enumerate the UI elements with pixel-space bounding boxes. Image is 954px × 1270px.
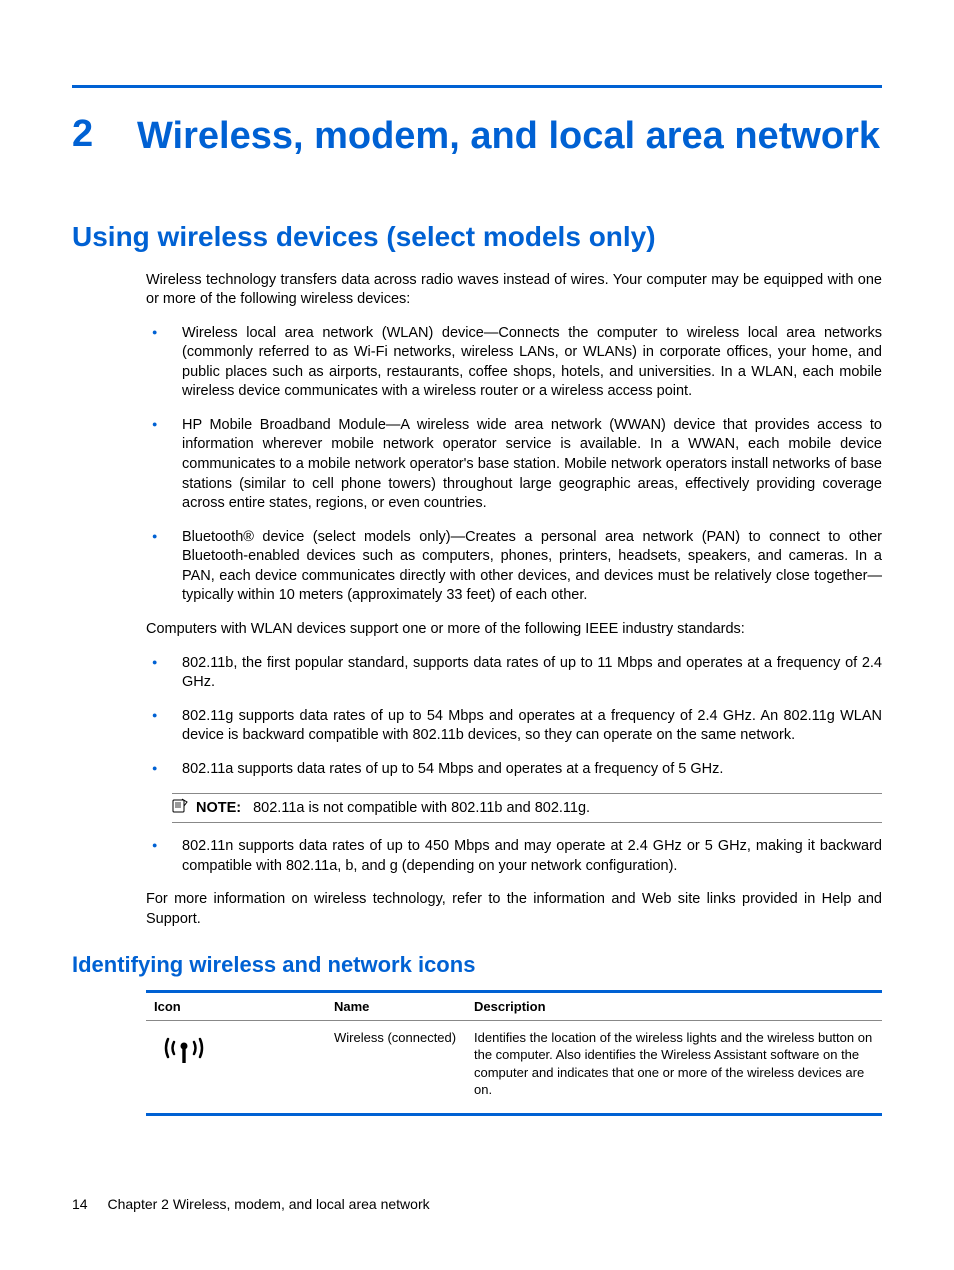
note-box: NOTE: 802.11a is not compatible with 802… <box>172 793 882 823</box>
standards-list-1: 802.11b, the first popular standard, sup… <box>146 654 882 780</box>
section-intro: Wireless technology transfers data acros… <box>146 271 882 310</box>
table-header-description: Description <box>466 991 882 1020</box>
chapter-header: 2 Wireless, modem, and local area networ… <box>72 113 882 161</box>
page-number: 14 <box>72 1196 88 1212</box>
icon-table: Icon Name Description Wireless (co <box>146 990 882 1116</box>
footer-text: Chapter 2 Wireless, modem, and local are… <box>107 1196 429 1212</box>
table-header-icon: Icon <box>146 991 326 1020</box>
table-header-name: Name <box>326 991 466 1020</box>
list-item: 802.11b, the first popular standard, sup… <box>146 654 882 693</box>
list-item: HP Mobile Broadband Module—A wireless wi… <box>146 416 882 514</box>
list-item: 802.11g supports data rates of up to 54 … <box>146 707 882 746</box>
device-list: Wireless local area network (WLAN) devic… <box>146 324 882 606</box>
note-text: 802.11a is not compatible with 802.11b a… <box>253 800 590 816</box>
list-item: 802.11a supports data rates of up to 54 … <box>146 760 882 780</box>
section-title: Using wireless devices (select models on… <box>72 221 882 253</box>
section-closing: For more information on wireless technol… <box>146 890 882 929</box>
subsection-title: Identifying wireless and network icons <box>72 952 882 978</box>
list-item: Bluetooth® device (select models only)—C… <box>146 528 882 606</box>
list-item: Wireless local area network (WLAN) devic… <box>146 324 882 402</box>
page-footer: 14 Chapter 2 Wireless, modem, and local … <box>72 1196 430 1212</box>
list-item: 802.11n supports data rates of up to 450… <box>146 837 882 876</box>
icon-table-wrap: Icon Name Description Wireless (co <box>146 990 882 1116</box>
note-icon <box>172 798 188 818</box>
standards-list-2: 802.11n supports data rates of up to 450… <box>146 837 882 876</box>
table-row: Wireless (connected) Identifies the loca… <box>146 1020 882 1114</box>
table-cell-name: Wireless (connected) <box>326 1020 466 1114</box>
note-label: NOTE: <box>196 800 241 816</box>
chapter-number: 2 <box>72 113 137 156</box>
table-cell-icon <box>146 1020 326 1114</box>
table-cell-description: Identifies the location of the wireless … <box>466 1020 882 1114</box>
chapter-title: Wireless, modem, and local area network <box>137 113 880 161</box>
top-rule <box>72 85 882 88</box>
wireless-connected-icon <box>160 1031 208 1065</box>
standards-intro: Computers with WLAN devices support one … <box>146 620 882 640</box>
